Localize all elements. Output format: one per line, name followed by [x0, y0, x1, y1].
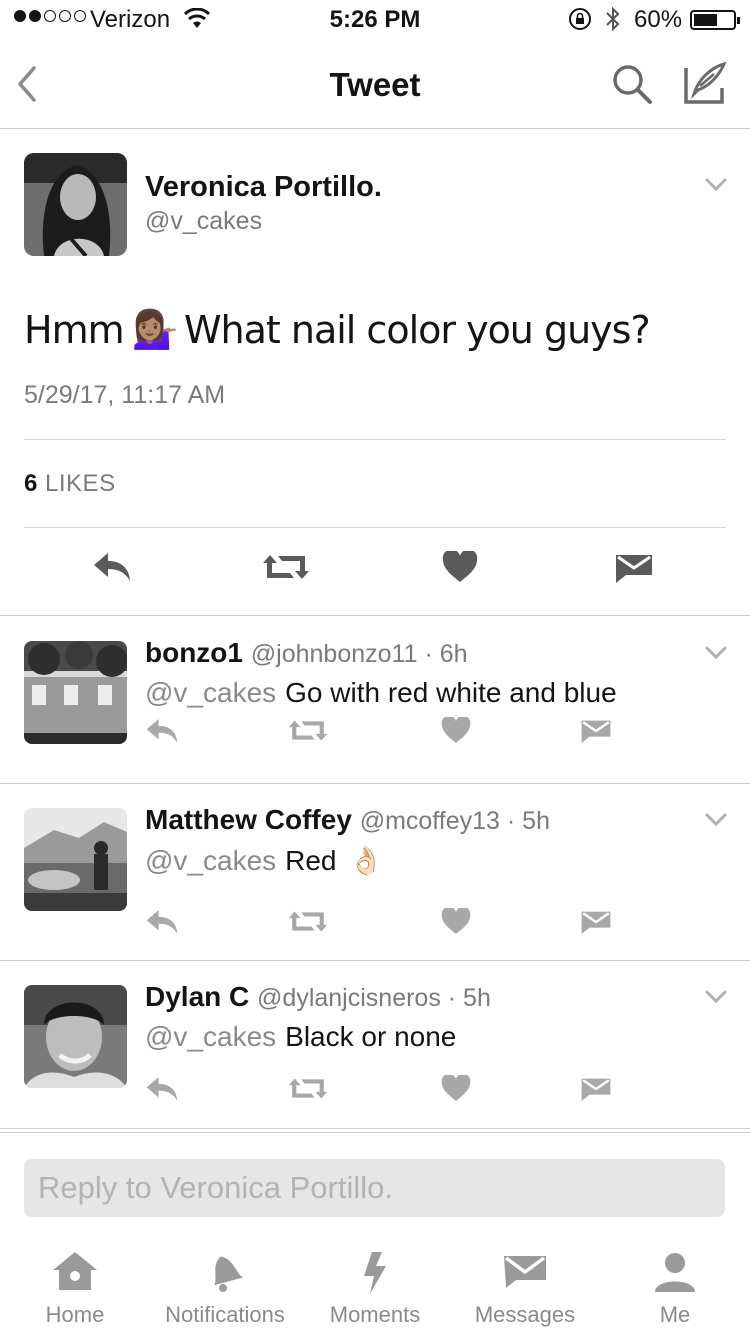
status-bar: Verizon 5:26 PM 60% — [0, 0, 750, 40]
reply-composer — [0, 1132, 750, 1240]
avatar[interactable] — [24, 808, 127, 911]
tab-moments[interactable]: Moments — [300, 1240, 450, 1334]
divider — [24, 527, 726, 528]
retweet-icon[interactable] — [288, 1075, 328, 1107]
envelope-icon — [450, 1250, 600, 1290]
heart-icon[interactable] — [441, 1073, 471, 1107]
reply-text: @v_cakes Black or none — [145, 1021, 456, 1053]
search-icon[interactable] — [610, 62, 654, 111]
retweet-icon[interactable] — [288, 908, 328, 940]
retweet-icon[interactable] — [288, 717, 328, 749]
retweet-icon[interactable] — [262, 551, 310, 588]
heart-icon[interactable] — [442, 549, 478, 588]
reply-text: @v_cakes Red 👌🏻 — [145, 844, 383, 877]
reply-author-name[interactable]: Matthew Coffey — [145, 804, 352, 835]
reply-header: Dylan C @dylanjcisneros · 5h — [145, 981, 491, 1013]
reply-body: Red — [285, 844, 337, 876]
rotation-lock-icon — [568, 7, 592, 38]
chevron-down-icon[interactable] — [704, 812, 728, 833]
author-name[interactable]: Veronica Portillo. — [145, 171, 382, 204]
reply-input[interactable] — [24, 1159, 725, 1217]
reply-mention[interactable]: @v_cakes — [145, 845, 276, 877]
reply-actions — [0, 715, 750, 750]
main-tweet: Veronica Portillo. @v_cakes Hmm 💁🏽‍♀️ Wh… — [0, 129, 750, 616]
reply-body: Go with red white and blue — [285, 677, 617, 708]
tab-label: Moments — [329, 1302, 421, 1327]
reply-author-name[interactable]: Dylan C — [145, 981, 249, 1012]
reply-icon[interactable] — [145, 717, 179, 750]
reply-icon[interactable] — [145, 908, 179, 941]
home-icon — [0, 1250, 150, 1292]
tweet-text-start: Hmm — [24, 307, 125, 352]
tab-messages[interactable]: Messages — [450, 1240, 600, 1334]
reply-item[interactable]: Dylan C @dylanjcisneros · 5h @v_cakes Bl… — [0, 961, 750, 1129]
compose-icon[interactable] — [680, 60, 728, 111]
reply-text: @v_cakes Go with red white and blue — [145, 677, 617, 709]
reply-meta: @dylanjcisneros · 5h — [257, 984, 491, 1012]
reply-item[interactable]: bonzo1 @johnbonzo11 · 6h @v_cakes Go wit… — [0, 617, 750, 784]
heart-icon[interactable] — [441, 715, 471, 749]
tab-home[interactable]: Home — [0, 1240, 150, 1334]
tipping-hand-emoji: 💁🏽‍♀️ — [131, 307, 179, 351]
reply-meta: @mcoffey13 · 5h — [359, 807, 550, 835]
direct-message-icon[interactable] — [580, 717, 612, 750]
chevron-down-icon[interactable] — [704, 645, 728, 666]
tab-label: Me — [659, 1302, 691, 1327]
battery-percent: 60% — [634, 6, 683, 33]
lightning-icon — [300, 1250, 450, 1296]
likes-count[interactable]: 6 LIKES — [24, 470, 116, 498]
chevron-down-icon[interactable] — [704, 989, 728, 1010]
battery-icon — [690, 10, 740, 30]
chevron-down-icon[interactable] — [704, 177, 728, 198]
tab-label: Notifications — [165, 1302, 285, 1327]
tab-bar: Home Notifications Moments Messages Me — [0, 1240, 750, 1334]
divider — [24, 439, 726, 440]
reply-body: Black or none — [285, 1021, 457, 1052]
bluetooth-icon — [604, 6, 622, 39]
tab-me[interactable]: Me — [600, 1240, 750, 1334]
reply-actions — [0, 1073, 750, 1108]
reply-author-name[interactable]: bonzo1 — [145, 637, 243, 668]
tweet-text-end: What nail color you guys? — [183, 307, 651, 352]
author-handle[interactable]: @v_cakes — [145, 207, 262, 236]
tab-label: Home — [45, 1302, 105, 1327]
reply-item[interactable]: Matthew Coffey @mcoffey13 · 5h @v_cakes … — [0, 784, 750, 961]
reply-mention[interactable]: @v_cakes — [145, 677, 276, 709]
heart-icon[interactable] — [441, 906, 471, 940]
tweet-actions — [0, 549, 750, 591]
avatar[interactable] — [24, 153, 127, 256]
avatar[interactable] — [24, 985, 127, 1088]
nav-bar: Tweet — [0, 40, 750, 129]
reply-meta: @johnbonzo11 · 6h — [250, 640, 468, 668]
tab-label: Messages — [474, 1302, 576, 1327]
direct-message-icon[interactable] — [614, 551, 654, 590]
reply-header: Matthew Coffey @mcoffey13 · 5h — [145, 804, 550, 836]
reply-icon[interactable] — [92, 551, 132, 588]
person-icon — [600, 1250, 750, 1294]
direct-message-icon[interactable] — [580, 1075, 612, 1108]
tweet-date: 5/29/17, 11:17 AM — [24, 381, 226, 409]
tab-notifications[interactable]: Notifications — [150, 1240, 300, 1334]
reply-header: bonzo1 @johnbonzo11 · 6h — [145, 637, 468, 669]
direct-message-icon[interactable] — [580, 908, 612, 941]
tweet-text: Hmm 💁🏽‍♀️ What nail color you guys? — [24, 307, 651, 352]
bell-icon — [150, 1250, 300, 1294]
reply-actions — [0, 906, 750, 941]
reply-icon[interactable] — [145, 1075, 179, 1108]
ok-hand-emoji: 👌🏻 — [348, 845, 384, 876]
reply-mention[interactable]: @v_cakes — [145, 1021, 276, 1053]
